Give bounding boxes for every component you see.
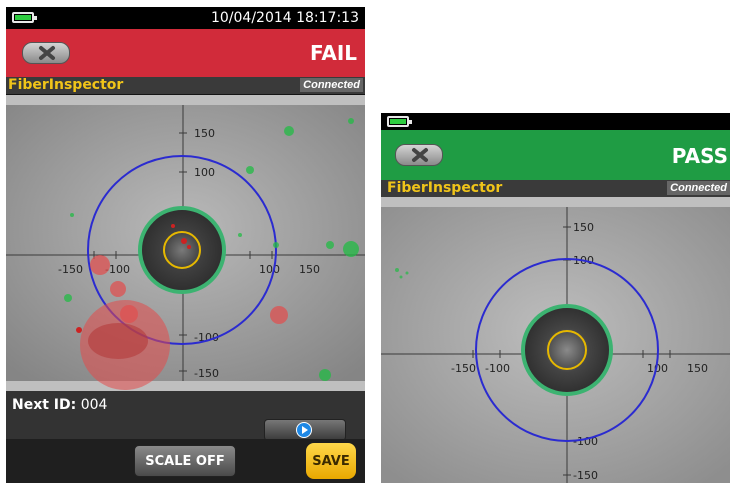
cladding-zone [521,304,613,396]
back-x-icon [39,46,55,60]
status-bar: 10/04/2014 18:17:13 [6,7,365,29]
result-bar: PASS [381,130,730,180]
save-button[interactable]: SAVE [306,443,356,479]
pass-inspection-screen: PASS FiberInspector Connected 150 100 -1… [381,113,730,483]
axis-label-x: 150 [299,263,320,276]
axis-label-y: 150 [194,127,215,140]
battery-icon [12,12,37,23]
connection-status-badge: Connected [667,181,730,195]
fiber-image: 150 100 -100 -150 -150 -100 100 150 [6,105,365,390]
back-x-icon [412,148,428,162]
next-id: Next ID: 004 [12,397,107,413]
axis-label-y: -150 [194,367,219,380]
axis-label-x: -150 [451,362,476,375]
next-id-value: 004 [80,397,108,413]
app-title-bar: FiberInspector Connected [6,77,365,94]
result-bar: FAIL [6,29,365,77]
app-title: FiberInspector [8,77,124,93]
back-button[interactable] [22,42,70,64]
scale-off-button[interactable]: SCALE OFF [134,445,236,477]
play-button[interactable] [264,419,346,441]
play-icon [296,422,312,438]
result-status: PASS [671,144,728,168]
app-title: FiberInspector [387,180,503,196]
result-status: FAIL [309,41,357,65]
back-button[interactable] [395,144,443,166]
axis-label-x: -100 [485,362,510,375]
fail-inspection-screen: 10/04/2014 18:17:13 FAIL FiberInspector … [6,7,365,483]
axis-label-x: 150 [687,362,708,375]
axis-label-y: 100 [194,166,215,179]
datetime: 10/04/2014 18:17:13 [210,10,359,26]
axis-label-x: 100 [259,263,280,276]
fiber-end-face-view[interactable]: 150 100 -100 -150 -150 -100 100 150 [6,95,365,391]
fiber-image: 150 100 -100 -150 -150 -100 100 150 [381,207,730,483]
cladding-zone [138,206,226,294]
axis-label-y: -150 [573,469,598,482]
bottom-info-area: Next ID: 004 [6,391,365,441]
app-title-bar: FiberInspector Connected [381,180,730,197]
fiber-end-face-view[interactable]: 150 100 -100 -150 -150 -100 100 150 [381,197,730,483]
next-id-label: Next ID: [12,397,77,413]
axis-label-x: -150 [58,263,83,276]
connection-status-badge: Connected [300,78,363,92]
status-bar [381,113,730,130]
battery-icon [387,116,412,127]
axis-label-y: 150 [573,221,594,234]
bottom-toolbar: SCALE OFF SAVE [6,439,365,483]
